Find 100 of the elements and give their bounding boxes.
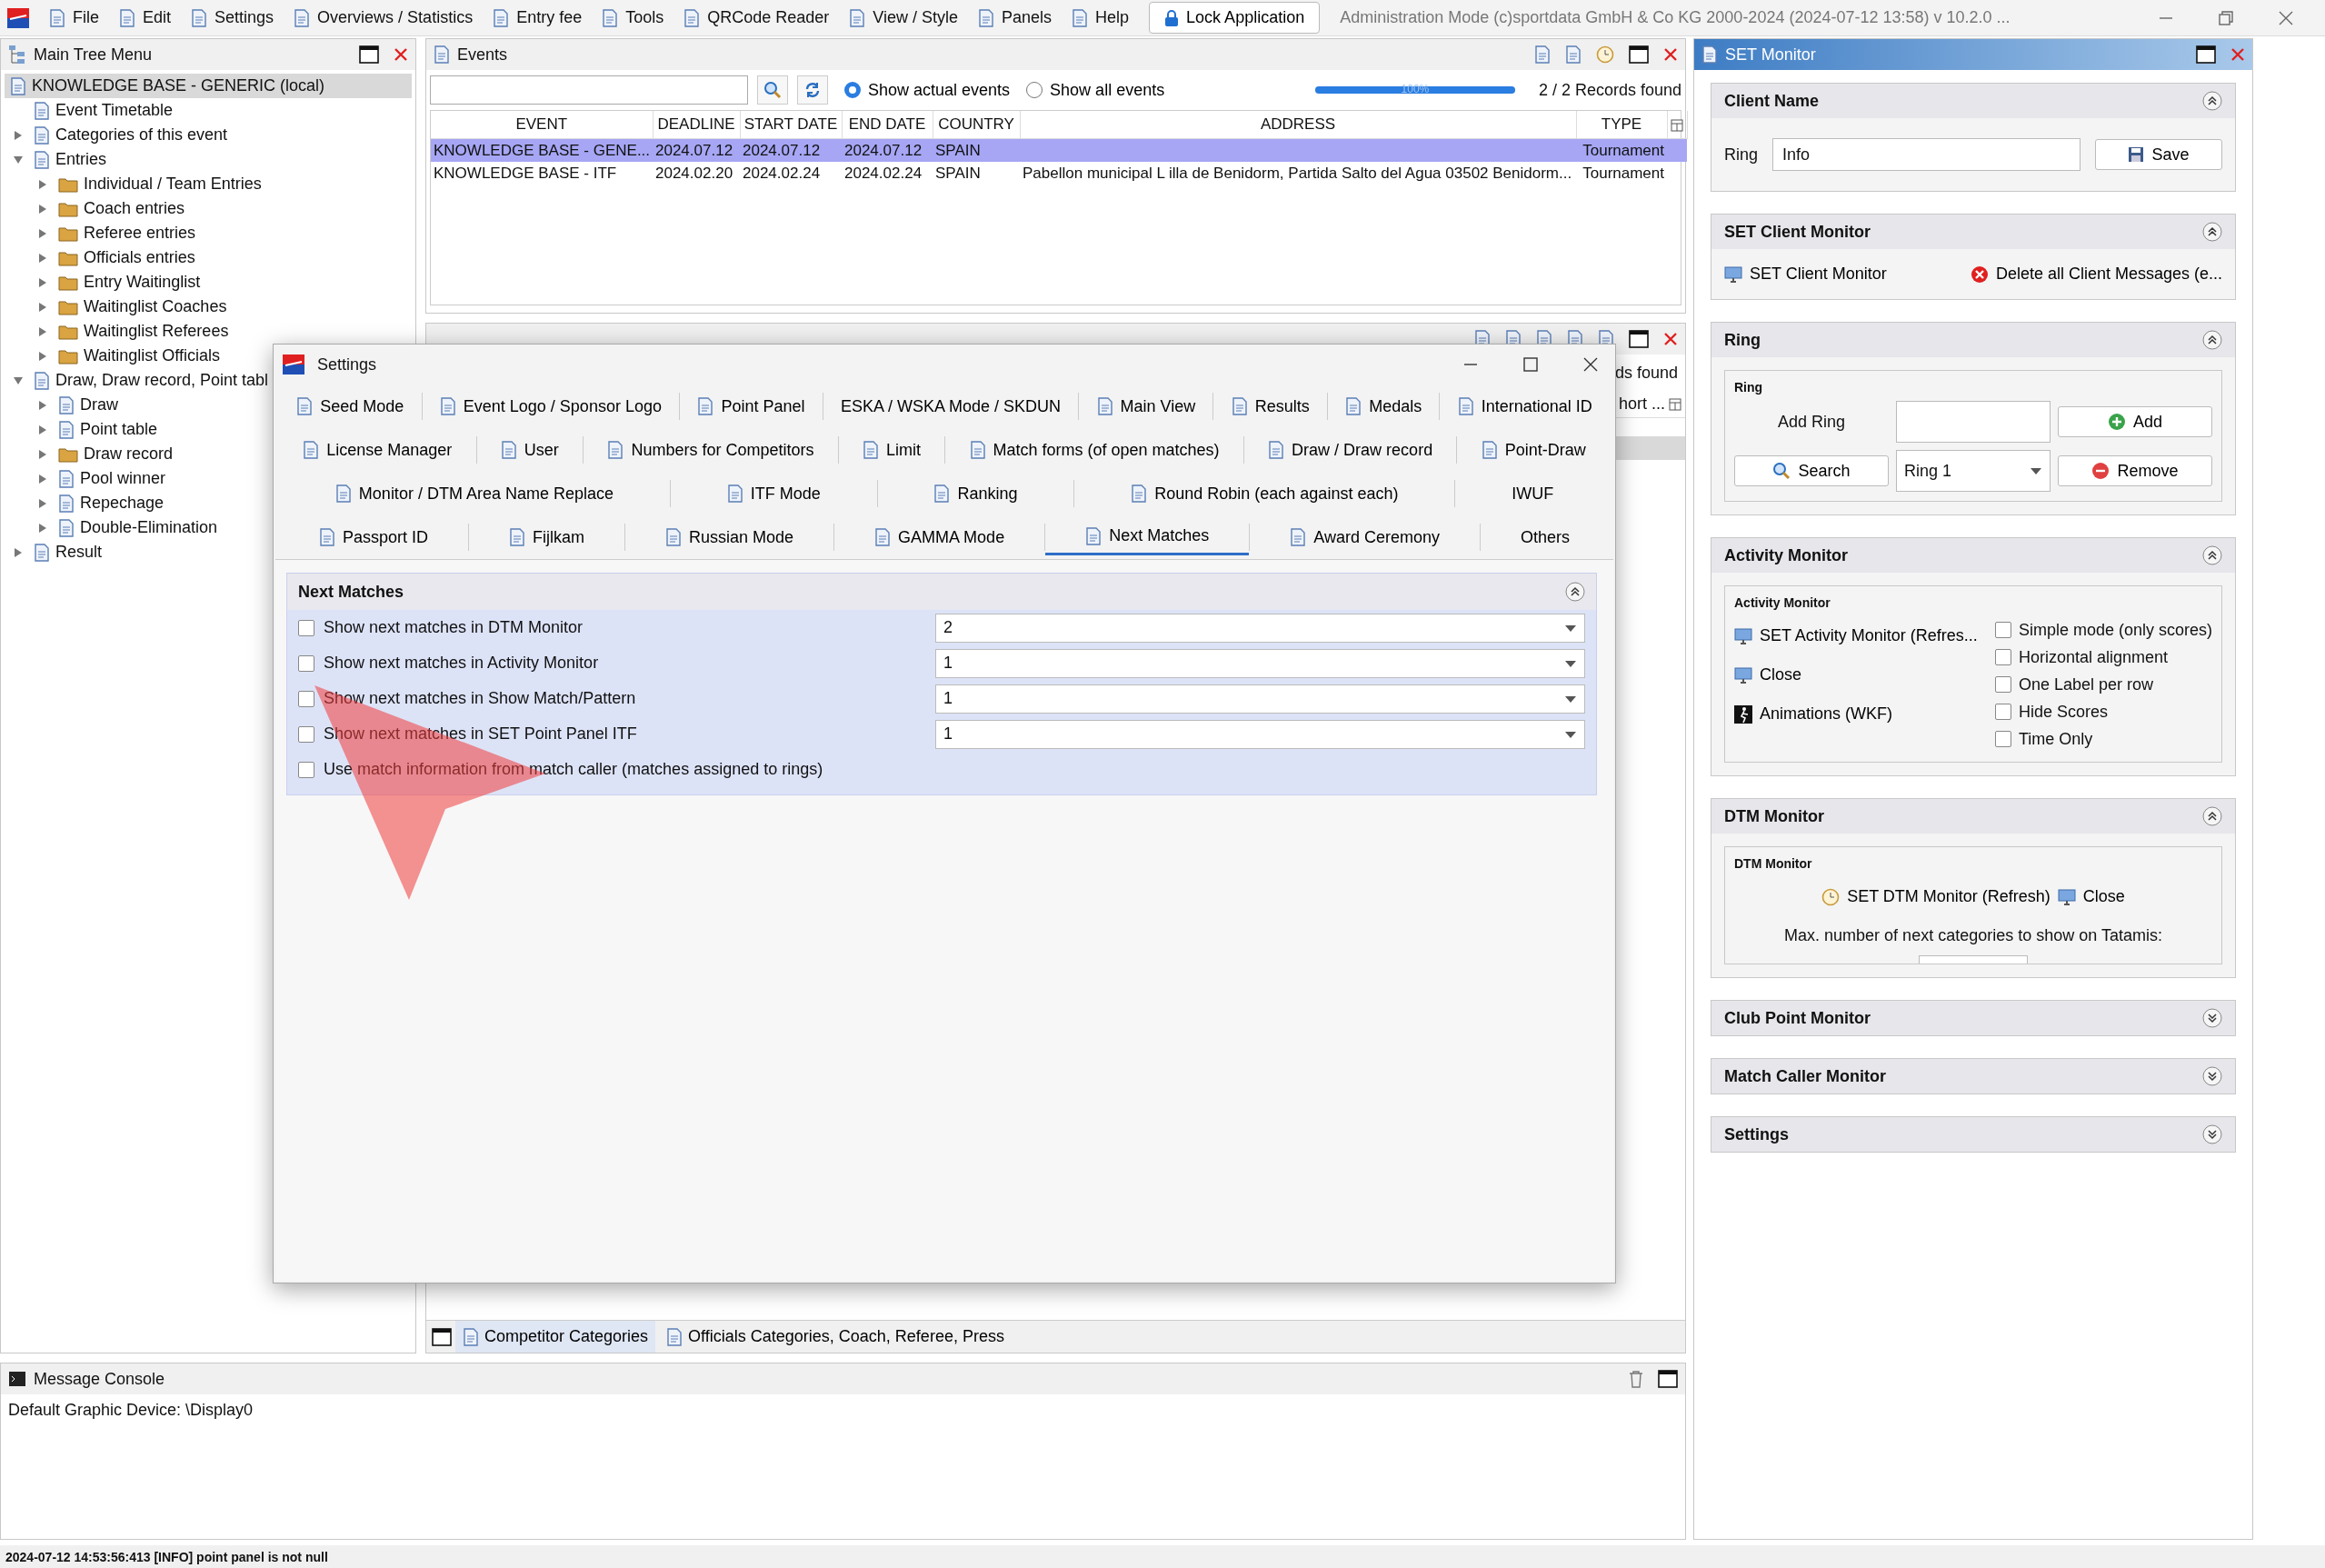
checkbox[interactable] xyxy=(1994,731,2011,747)
tab[interactable]: Point-Draw xyxy=(1457,432,1610,468)
collapse-icon[interactable] xyxy=(1565,582,1585,602)
tab[interactable]: Ranking xyxy=(877,475,1074,512)
maximize-icon[interactable] xyxy=(432,1327,452,1346)
link-button[interactable]: SET Client Monitor xyxy=(1724,262,1887,286)
radio-option[interactable]: Show all events xyxy=(1026,77,1165,103)
tree-item[interactable]: Waitinglist Coaches xyxy=(5,295,412,319)
expand-arrow-icon[interactable] xyxy=(37,301,48,313)
link-button[interactable]: SET DTM Monitor (Refresh) xyxy=(1821,884,2051,909)
tab[interactable]: Round Robin (each against each) xyxy=(1074,475,1455,512)
close-icon[interactable] xyxy=(2278,9,2294,26)
tree-item[interactable]: Coach entries xyxy=(5,196,412,221)
expand-arrow-icon[interactable] xyxy=(13,129,24,141)
tab[interactable]: Next Matches xyxy=(1045,519,1250,555)
table-row[interactable]: KNOWLEDGE BASE - GENE... 2024.07.12 2024.07.12 2024.07.12 SPAIN Tournament xyxy=(431,138,1687,162)
dropdown-caret-icon[interactable] xyxy=(2030,466,2042,475)
number-select[interactable]: 1 xyxy=(935,684,1585,714)
expand-arrow-icon[interactable] xyxy=(37,497,48,509)
menu-item[interactable]: View / Style xyxy=(849,5,958,30)
checkbox[interactable] xyxy=(1994,676,2011,693)
collapse-arrow-icon[interactable] xyxy=(13,154,24,165)
tab[interactable]: Others xyxy=(1480,519,1610,555)
tab[interactable]: User xyxy=(476,432,584,468)
maximize-icon[interactable] xyxy=(1629,45,1649,64)
tab[interactable]: Monitor / DTM Area Name Replace xyxy=(279,475,670,512)
search-button[interactable]: Search xyxy=(1734,455,1889,486)
tree-item[interactable]: Event Timetable xyxy=(5,98,412,123)
column-chooser-icon[interactable] xyxy=(1671,118,1683,132)
checkbox[interactable] xyxy=(1994,704,2011,720)
expand-icon[interactable] xyxy=(2202,1066,2222,1086)
menu-item[interactable]: Edit xyxy=(119,5,172,30)
maximize-icon[interactable] xyxy=(1629,330,1649,348)
expand-arrow-icon[interactable] xyxy=(37,399,48,411)
column-header[interactable]: EVENT xyxy=(431,111,653,138)
link-button[interactable]: Animations (WKF) xyxy=(1734,702,1978,726)
column-header[interactable]: DEADLINE xyxy=(653,111,740,138)
tab[interactable]: Results xyxy=(1213,388,1327,424)
tree-item[interactable]: Waitinglist Referees xyxy=(5,319,412,344)
number-select[interactable]: 1 xyxy=(935,648,1585,678)
checkbox[interactable] xyxy=(298,619,314,636)
tab[interactable]: ITF Mode xyxy=(670,475,877,512)
menu-item[interactable]: Overviews / Statistics xyxy=(294,5,474,30)
column-header[interactable]: ADDRESS xyxy=(1020,111,1576,138)
radio-option[interactable]: Show actual events xyxy=(844,77,1011,103)
collapse-icon[interactable] xyxy=(2202,806,2222,826)
trash-icon[interactable] xyxy=(1629,1370,1643,1388)
menu-item[interactable]: Help xyxy=(1072,5,1130,30)
dropdown-caret-icon[interactable] xyxy=(1564,694,1577,704)
tab[interactable]: Fijlkam xyxy=(469,519,625,555)
column-header[interactable]: COUNTRY xyxy=(933,111,1020,138)
link-button[interactable]: Close xyxy=(1734,663,1978,687)
search-button[interactable] xyxy=(757,75,788,105)
expand-arrow-icon[interactable] xyxy=(37,424,48,435)
tab[interactable]: Match forms (of open matches) xyxy=(945,432,1243,468)
collapse-icon[interactable] xyxy=(2202,330,2222,350)
tab[interactable]: Officials Categories, Coach, Referee, Press xyxy=(659,1321,1012,1353)
number-select[interactable]: 1 xyxy=(935,719,1585,749)
dropdown-caret-icon[interactable] xyxy=(1564,623,1577,633)
collapse-icon[interactable] xyxy=(2202,545,2222,565)
checkbox[interactable] xyxy=(1994,622,2011,638)
expand-arrow-icon[interactable] xyxy=(37,203,48,215)
menu-item[interactable]: Entry fee xyxy=(493,5,583,30)
tree-item[interactable]: Categories of this event xyxy=(5,123,412,147)
maximize-icon[interactable] xyxy=(359,45,379,64)
maximize-icon[interactable] xyxy=(2196,45,2216,64)
column-header[interactable]: hort ... xyxy=(1618,392,1665,416)
tree-item[interactable]: Entries xyxy=(5,147,412,172)
tree-item[interactable]: KNOWLEDGE BASE - GENERIC (local) xyxy=(5,74,412,98)
table-row[interactable]: KNOWLEDGE BASE - ITF 2024.02.20 2024.02.24 2024.02.24 SPAIN Pabellon municipal L illa de Benidorm, Partida Salto del Agua 03502 Benidorm... Tournament xyxy=(431,162,1687,185)
link-button[interactable]: SET Activity Monitor (Refres... xyxy=(1734,624,1978,648)
tree-item[interactable]: Officials entries xyxy=(5,245,412,270)
dropdown-caret-icon[interactable] xyxy=(1564,658,1577,668)
expand-icon[interactable] xyxy=(2202,1008,2222,1028)
collapse-icon[interactable] xyxy=(2202,222,2222,242)
expand-arrow-icon[interactable] xyxy=(37,252,48,264)
menu-item[interactable]: Panels xyxy=(978,5,1053,30)
link-button[interactable]: Delete all Client Messages (e... xyxy=(1970,262,2222,286)
expand-arrow-icon[interactable] xyxy=(37,350,48,362)
tab[interactable]: IWUF xyxy=(1455,475,1610,512)
ring-name-field[interactable] xyxy=(1896,401,2051,443)
expand-arrow-icon[interactable] xyxy=(37,522,48,534)
text-field[interactable]: Info xyxy=(1772,138,2081,171)
expand-arrow-icon[interactable] xyxy=(37,325,48,337)
tree-item[interactable]: Individual / Team Entries xyxy=(5,172,412,196)
checkbox[interactable] xyxy=(298,690,314,707)
number-select[interactable]: 2 xyxy=(935,613,1585,643)
link-button[interactable]: Close xyxy=(2057,884,2125,909)
expand-arrow-icon[interactable] xyxy=(37,448,48,460)
checkbox[interactable] xyxy=(298,654,314,672)
tab[interactable]: Russian Mode xyxy=(625,519,834,555)
checkbox[interactable] xyxy=(298,761,314,778)
close-icon[interactable] xyxy=(1582,356,1599,373)
expand-icon[interactable] xyxy=(2202,1124,2222,1144)
tab[interactable]: Passport ID xyxy=(279,519,469,555)
collapse-arrow-icon[interactable] xyxy=(13,375,24,386)
menu-item[interactable]: Tools xyxy=(602,5,664,30)
refresh-button[interactable] xyxy=(797,75,828,105)
tab[interactable]: Limit xyxy=(838,432,945,468)
restore-icon[interactable] xyxy=(2218,9,2234,26)
